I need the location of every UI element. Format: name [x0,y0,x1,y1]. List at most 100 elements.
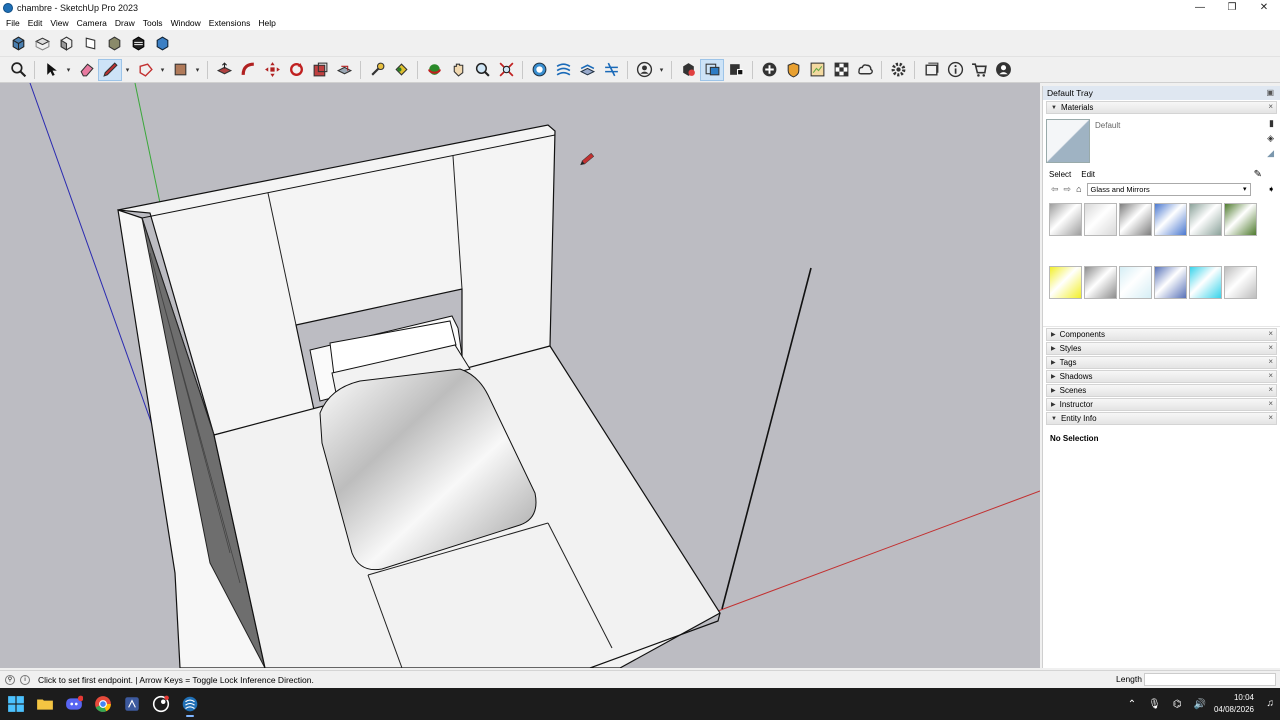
material-3d-icon[interactable]: ◈ [1267,133,1274,144]
add-location-button[interactable] [757,59,781,81]
rectangle-dropdown[interactable]: ▾ [192,59,203,81]
components-panel-header[interactable]: ▶ Components × [1046,328,1277,341]
model-viewport[interactable] [0,83,1040,668]
account-button[interactable] [632,59,656,81]
tags-panel-header[interactable]: ▶ Tags × [1046,356,1277,369]
tab-select[interactable]: Select [1049,170,1071,179]
move-tool-button[interactable] [260,59,284,81]
close-panel-icon[interactable]: × [1268,329,1273,338]
material-swatch[interactable] [1154,265,1187,299]
material-swatch[interactable] [1119,265,1152,299]
materials-panel-header[interactable]: ▼ Materials × [1046,101,1277,114]
eyedropper-icon[interactable]: ✎ [1254,169,1262,180]
close-panel-icon[interactable]: × [1268,371,1273,380]
paint-bucket-button[interactable] [389,59,413,81]
xray-button[interactable] [150,32,174,54]
zoom-tool-button[interactable] [470,59,494,81]
current-material-swatch[interactable] [1046,119,1090,163]
close-panel-icon[interactable]: × [1268,413,1273,422]
photo-textures-button[interactable] [805,59,829,81]
file-explorer-button[interactable] [32,691,58,717]
select-dropdown[interactable]: ▾ [63,59,74,81]
model-info-button[interactable] [676,59,700,81]
profile-button[interactable] [991,59,1015,81]
entity-info-panel-header[interactable]: ▼ Entity Info × [1046,412,1277,425]
follow-me-button[interactable] [236,59,260,81]
menu-camera[interactable]: Camera [73,18,111,28]
open-trays-button[interactable] [919,59,943,81]
material-swatch[interactable] [1049,203,1082,236]
tape-measure-button[interactable] [365,59,389,81]
chrome-button[interactable] [90,691,116,717]
line-dropdown[interactable]: ▾ [122,59,133,81]
scenes-panel-header[interactable]: ▶ Scenes × [1046,384,1277,397]
top-view-button[interactable] [30,32,54,54]
app-launcher-button[interactable] [119,691,145,717]
instructor-panel-header[interactable]: ▶ Instructor × [1046,398,1277,411]
offset-tool-button[interactable] [332,59,356,81]
right-view-button[interactable] [78,32,102,54]
microphone-icon[interactable]: 🎙 [1148,699,1161,710]
material-swatch[interactable] [1224,265,1257,299]
smoove-tool-button[interactable] [551,59,575,81]
store-button[interactable] [967,59,991,81]
menu-edit[interactable]: Edit [24,18,47,28]
back-arrow-icon[interactable]: ⇦ [1051,184,1059,195]
account-dropdown[interactable]: ▾ [656,59,667,81]
close-button[interactable]: ✕ [1248,0,1280,15]
close-panel-icon[interactable]: × [1268,385,1273,394]
material-swatch[interactable] [1154,203,1187,236]
menu-file[interactable]: File [2,18,24,28]
notification-bell-icon[interactable]: ♫ [1267,698,1275,709]
shapes-dropdown[interactable]: ▾ [157,59,168,81]
menu-draw[interactable]: Draw [111,18,139,28]
material-swatch[interactable] [1119,203,1152,236]
styles-panel-header[interactable]: ▶ Styles × [1046,342,1277,355]
shadows-panel-header[interactable]: ▶ Shadows × [1046,370,1277,383]
eraser-tool-button[interactable] [74,59,98,81]
menu-extensions[interactable]: Extensions [205,18,255,28]
steam-button[interactable] [148,691,174,717]
menu-help[interactable]: Help [254,18,279,28]
drape-tool-button[interactable] [599,59,623,81]
info-button[interactable] [943,59,967,81]
sketchup-taskbar-button[interactable] [177,691,203,717]
instructor-status-icon[interactable]: i [20,674,30,685]
push-pull-button[interactable] [212,59,236,81]
forward-arrow-icon[interactable]: ⇨ [1064,184,1072,195]
texture-checker-button[interactable] [829,59,853,81]
back-view-button[interactable] [102,32,126,54]
material-swatch[interactable] [1189,265,1222,299]
material-library-select[interactable]: Glass and Mirrors ▾ [1086,182,1251,196]
menu-window[interactable]: Window [167,18,205,28]
trimble-connect-button[interactable] [853,59,877,81]
menu-tools[interactable]: Tools [139,18,167,28]
pan-tool-button[interactable] [446,59,470,81]
home-icon[interactable]: ⌂ [1076,184,1081,194]
geo-location-status-icon[interactable]: ⚲ [5,674,15,685]
discord-button[interactable] [61,691,87,717]
taskbar-clock[interactable]: 10:04 04/08/2026 [1214,692,1254,716]
volume-icon[interactable]: 🔊 [1194,699,1206,710]
close-panel-icon[interactable]: × [1268,357,1273,366]
sandbox-tool-button[interactable] [527,59,551,81]
iso-view-button[interactable] [6,32,30,54]
measurements-input[interactable] [1144,673,1276,686]
material-swatch[interactable] [1224,203,1257,236]
close-panel-icon[interactable]: × [1268,343,1273,352]
minimize-button[interactable]: — [1184,0,1216,15]
scale-tool-button[interactable] [308,59,332,81]
tray-pin-button[interactable]: ▣ [1266,88,1274,97]
material-swatch[interactable] [1084,265,1117,299]
create-material-icon[interactable]: ▮ [1269,118,1274,129]
show-hidden-icons[interactable]: ⌃ [1128,699,1136,710]
preferences-button[interactable] [886,59,910,81]
material-swatch[interactable] [1049,265,1082,299]
stamp-tool-button[interactable] [575,59,599,81]
front-view-button[interactable] [54,32,78,54]
line-tool-button[interactable] [98,58,122,81]
details-arrow-icon[interactable]: ➧ [1267,184,1275,195]
start-button[interactable] [3,691,29,717]
zoom-extents-button[interactable] [494,59,518,81]
close-panel-icon[interactable]: × [1268,102,1273,111]
